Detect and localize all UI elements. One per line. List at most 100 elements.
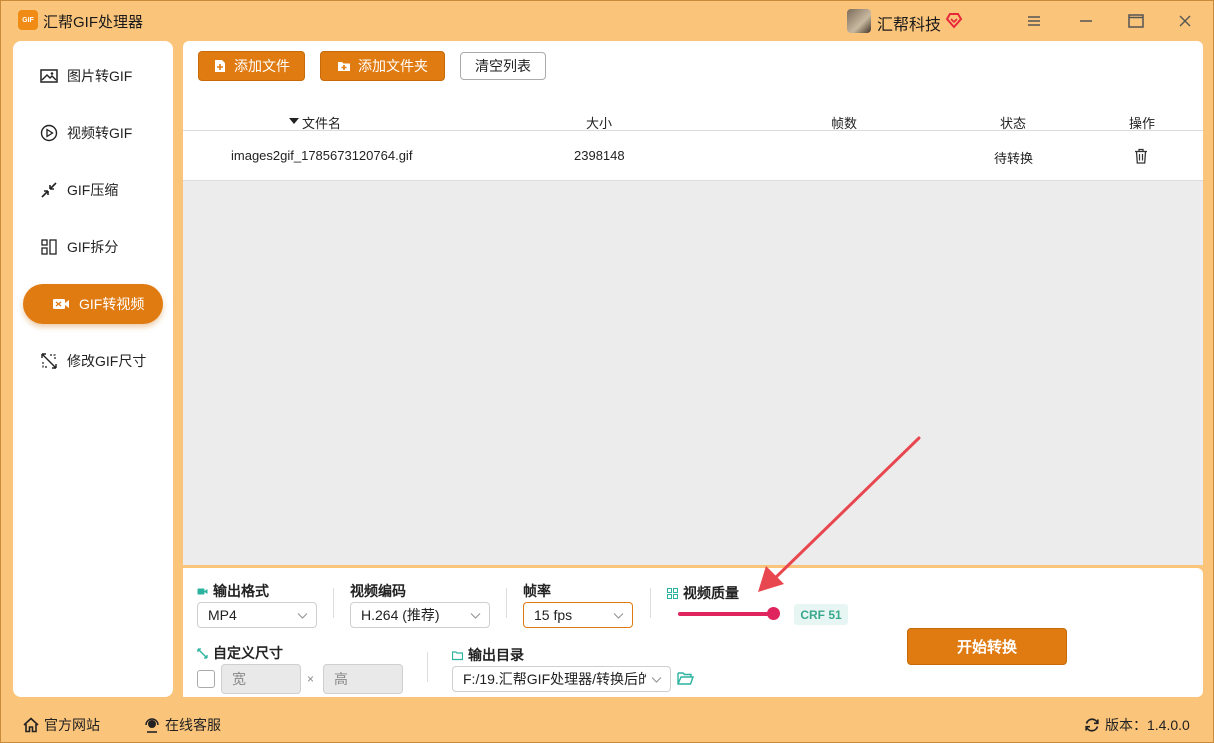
column-header-status[interactable]: 状态 <box>1000 113 1026 132</box>
open-folder-icon[interactable] <box>677 671 694 685</box>
table-row[interactable]: images2gif_1785673120764.gif 2398148 待转换 <box>183 131 1203 181</box>
output-dir-label: 输出目录 <box>452 645 524 665</box>
resize-small-icon <box>197 647 208 659</box>
sort-desc-icon[interactable] <box>289 113 299 128</box>
official-website-label: 官方网站 <box>44 717 100 733</box>
custom-size-checkbox[interactable] <box>197 670 215 688</box>
file-list: 文件名 大小 帧数 状态 操作 images2gif_1785673120764… <box>183 91 1203 565</box>
output-dir-select[interactable]: F:/19.汇帮GIF处理器/转换后的 <box>452 666 671 692</box>
chevron-down-icon <box>297 613 308 619</box>
frame-rate-select[interactable]: 15 fps <box>523 602 633 628</box>
sidebar: 图片转GIF 视频转GIF GIF压缩 GIF拆分 GIF转视频 修改GIF尺寸 <box>13 41 173 697</box>
column-header-name[interactable]: 文件名 <box>302 113 341 132</box>
table-header: 文件名 大小 帧数 状态 操作 <box>183 91 1203 131</box>
add-file-icon <box>215 60 225 72</box>
quality-slider-track[interactable] <box>678 612 773 616</box>
times-sign: × <box>307 672 315 686</box>
chevron-down-icon <box>613 613 624 619</box>
online-support-label: 在线客服 <box>165 717 221 733</box>
frame-rate-label: 帧率 <box>523 581 551 601</box>
output-dir-value: F:/19.汇帮GIF处理器/转换后的 <box>463 671 646 687</box>
sidebar-item-gif-compress[interactable]: GIF压缩 <box>23 170 163 210</box>
app-window: GIF 汇帮GIF处理器 汇帮科技 图片转GIF 视频转GIF GIF压缩 GI… <box>0 0 1214 743</box>
app-logo-icon: GIF <box>18 10 38 30</box>
resize-icon <box>41 353 57 369</box>
file-name: images2gif_1785673120764.gif <box>231 148 413 163</box>
close-icon[interactable] <box>1174 10 1196 32</box>
add-folder-label: 添加文件夹 <box>358 58 428 74</box>
compress-icon <box>41 182 57 198</box>
frame-rate-label-text: 帧率 <box>523 583 551 599</box>
title-bar: GIF 汇帮GIF处理器 汇帮科技 <box>1 1 1214 39</box>
video-codec-value: H.264 (推荐) <box>361 607 440 623</box>
split-icon <box>41 239 57 255</box>
vip-diamond-icon[interactable] <box>945 11 963 29</box>
sidebar-item-label: 图片转GIF <box>67 68 133 84</box>
app-title: 汇帮GIF处理器 <box>43 14 143 31</box>
sidebar-item-gif-split[interactable]: GIF拆分 <box>23 227 163 267</box>
column-header-frames[interactable]: 帧数 <box>831 113 857 132</box>
video-codec-select[interactable]: H.264 (推荐) <box>350 602 490 628</box>
sidebar-item-label: 修改GIF尺寸 <box>67 353 147 369</box>
chevron-down-icon <box>651 677 662 683</box>
sidebar-item-image-to-gif[interactable]: 图片转GIF <box>23 56 163 96</box>
divider <box>650 588 651 618</box>
settings-panel: 输出格式 MP4 视频编码 H.264 (推荐) 帧率 15 fps 视频质量 <box>183 568 1203 697</box>
user-name[interactable]: 汇帮科技 <box>877 11 941 35</box>
add-file-label: 添加文件 <box>234 58 290 74</box>
toolbar: 添加文件 添加文件夹 清空列表 <box>183 41 1203 91</box>
output-format-label: 输出格式 <box>197 581 269 601</box>
output-format-label-text: 输出格式 <box>213 583 269 599</box>
video-codec-label-text: 视频编码 <box>350 583 406 599</box>
sidebar-item-label: GIF转视频 <box>79 296 145 312</box>
play-circle-icon <box>40 124 58 142</box>
add-file-button[interactable]: 添加文件 <box>198 51 305 81</box>
official-website-link[interactable]: 官方网站 <box>23 715 100 735</box>
quality-slider-handle[interactable] <box>767 607 780 620</box>
minimize-icon[interactable] <box>1075 10 1097 32</box>
online-support-link[interactable]: 在线客服 <box>144 715 221 735</box>
height-input[interactable]: 高 <box>323 664 403 694</box>
video-quality-label: 视频质量 <box>667 583 739 603</box>
frame-rate-value: 15 fps <box>534 607 573 623</box>
image-icon <box>40 69 58 83</box>
width-input[interactable]: 宽 <box>221 664 301 694</box>
file-status: 待转换 <box>994 151 1034 166</box>
folder-small-icon <box>452 650 463 660</box>
home-icon <box>23 717 39 733</box>
video-codec-label: 视频编码 <box>350 581 406 601</box>
video-quality-label-text: 视频质量 <box>683 585 739 601</box>
maximize-icon[interactable] <box>1125 10 1147 32</box>
custom-size-label-text: 自定义尺寸 <box>213 645 283 661</box>
output-dir-label-text: 输出目录 <box>468 647 524 663</box>
output-format-select[interactable]: MP4 <box>197 602 317 628</box>
crf-value-badge: CRF 51 <box>794 604 848 625</box>
divider <box>333 588 334 618</box>
sidebar-item-label: 视频转GIF <box>67 125 133 141</box>
refresh-icon <box>1085 718 1099 732</box>
sidebar-item-resize-gif[interactable]: 修改GIF尺寸 <box>23 341 163 381</box>
grid-small-icon <box>667 587 678 599</box>
file-size: 2398148 <box>574 148 625 163</box>
output-format-value: MP4 <box>208 607 237 623</box>
video-camera-icon <box>53 299 69 309</box>
sidebar-item-label: GIF拆分 <box>67 239 119 255</box>
menu-icon[interactable] <box>1023 10 1045 32</box>
divider <box>427 652 428 682</box>
sidebar-item-gif-to-video[interactable]: GIF转视频 <box>23 284 163 324</box>
clear-list-button[interactable]: 清空列表 <box>460 52 546 80</box>
sidebar-item-video-to-gif[interactable]: 视频转GIF <box>23 113 163 153</box>
add-folder-button[interactable]: 添加文件夹 <box>320 51 445 81</box>
add-folder-icon <box>338 62 350 71</box>
version-label: 版本：1.4.0.0 <box>1105 717 1190 733</box>
version-info[interactable]: 版本：1.4.0.0 <box>1084 715 1190 735</box>
divider <box>506 588 507 618</box>
start-convert-button[interactable]: 开始转换 <box>907 628 1067 665</box>
custom-size-label: 自定义尺寸 <box>197 643 283 663</box>
avatar[interactable] <box>847 9 871 33</box>
column-header-size[interactable]: 大小 <box>586 113 612 132</box>
delete-icon[interactable] <box>1134 148 1148 164</box>
headset-icon <box>145 718 159 733</box>
app-logo-text: GIF <box>22 16 34 24</box>
column-header-action: 操作 <box>1129 116 1156 131</box>
